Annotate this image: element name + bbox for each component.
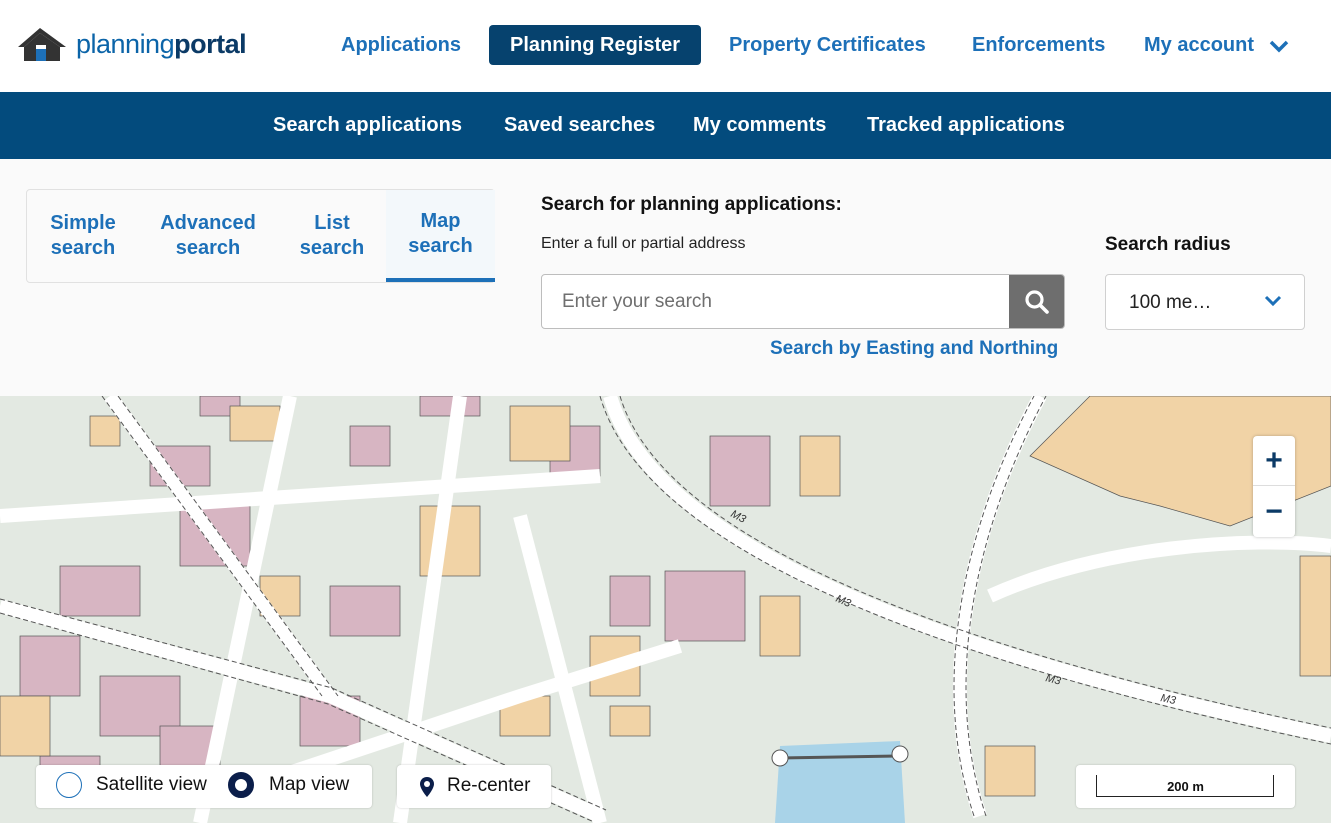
- subnav-search-applications[interactable]: Search applications: [273, 92, 462, 159]
- scale-label: 200 m: [1167, 779, 1204, 794]
- subnav-my-comments[interactable]: My comments: [693, 92, 826, 159]
- search-title: Search for planning applications:: [541, 194, 842, 215]
- easting-northing-link[interactable]: Search by Easting and Northing: [770, 338, 1058, 360]
- search-box: [541, 274, 1065, 329]
- recenter-label: Re-center: [447, 775, 531, 796]
- nav-applications[interactable]: Applications: [341, 25, 461, 65]
- subnav-tracked-applications[interactable]: Tracked applications: [867, 92, 1065, 159]
- search-hint: Enter a full or partial address: [541, 235, 746, 252]
- nav-property-certificates[interactable]: Property Certificates: [729, 25, 926, 65]
- subnav-saved-searches[interactable]: Saved searches: [504, 92, 655, 159]
- map-canvas[interactable]: M3 M3 M3 M3: [0, 396, 1331, 823]
- logo-text: planningportal: [76, 28, 247, 59]
- search-button[interactable]: [1009, 275, 1064, 328]
- map-view-radio[interactable]: [228, 772, 254, 798]
- map-tiles: M3 M3 M3 M3: [0, 396, 1331, 823]
- house-logo-icon: [18, 28, 66, 61]
- map-view-toggle: Satellite view Map view: [36, 765, 372, 808]
- secondary-nav: Search applications Saved searches My co…: [0, 92, 1331, 159]
- zoom-out-button[interactable]: −: [1253, 487, 1295, 537]
- nav-enforcements[interactable]: Enforcements: [972, 25, 1105, 65]
- zoom-in-button[interactable]: +: [1253, 436, 1295, 486]
- satellite-view-radio[interactable]: [56, 772, 82, 798]
- chevron-down-icon: [1264, 295, 1282, 307]
- tab-advanced-search[interactable]: Advanced search: [147, 190, 269, 282]
- planning-portal-logo[interactable]: planningportal: [16, 24, 247, 64]
- search-radius-select[interactable]: 100 me…: [1105, 274, 1305, 330]
- nav-planning-register[interactable]: Planning Register: [489, 25, 702, 65]
- search-type-tabs: Simple search Advanced search List search M…: [26, 189, 495, 283]
- top-header: planningportal Applications Planning Reg…: [0, 0, 1331, 92]
- map-scale: 200 m: [1076, 765, 1295, 808]
- tab-map-search[interactable]: Map search: [386, 190, 495, 282]
- map-pin-icon: [420, 777, 434, 797]
- tab-list-search[interactable]: List search: [277, 190, 387, 282]
- recenter-button[interactable]: Re-center: [397, 765, 551, 808]
- zoom-control: + −: [1253, 436, 1295, 537]
- search-radius-value: 100 me…: [1129, 292, 1212, 313]
- address-search-input[interactable]: [542, 275, 1011, 328]
- search-radius-label: Search radius: [1105, 234, 1231, 255]
- nav-my-account[interactable]: My account: [1144, 25, 1290, 65]
- map-view-label[interactable]: Map view: [269, 774, 349, 796]
- search-icon: [1024, 289, 1049, 314]
- chevron-down-icon: [1269, 40, 1289, 53]
- satellite-view-label[interactable]: Satellite view: [96, 774, 207, 796]
- tab-simple-search[interactable]: Simple search: [27, 190, 139, 282]
- my-account-label: My account: [1144, 34, 1255, 56]
